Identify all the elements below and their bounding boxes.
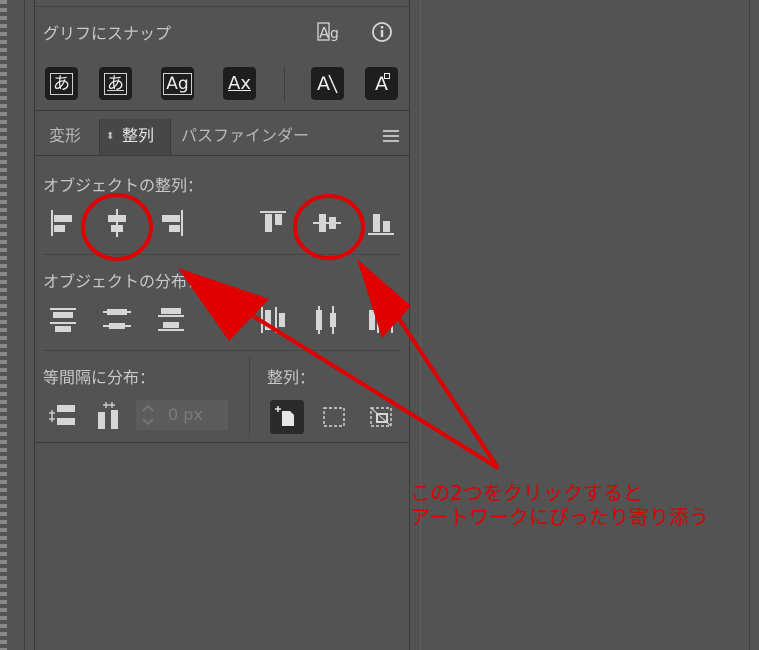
horizontal-distribute-space-icon[interactable] xyxy=(93,400,125,432)
anchor-point-icon[interactable]: A xyxy=(365,67,398,100)
align-bottom-icon[interactable] xyxy=(365,207,397,239)
info-icon[interactable] xyxy=(371,21,395,43)
dock-edge xyxy=(0,0,7,650)
distribute-top-icon[interactable] xyxy=(47,304,79,336)
panel-gutter-line xyxy=(24,0,25,650)
tab-reorder-icon: ⬍ xyxy=(106,131,115,142)
annotation-note-line2: アートワークにぴったり寄り添う xyxy=(410,505,709,529)
column-divider xyxy=(249,356,250,438)
distribute-vertical-center-icon[interactable] xyxy=(101,304,133,336)
vertical-distribute-space-icon[interactable] xyxy=(47,400,79,432)
annotation-note: この2つをクリックすると アートワークにぴったり寄り添う xyxy=(410,481,709,529)
panel-bottom-border xyxy=(35,442,409,443)
align-to-artboard-icon xyxy=(275,406,294,426)
angle-guide-icon[interactable]: A xyxy=(311,67,344,100)
tab-pathfinder[interactable]: パスファインダー xyxy=(181,119,309,155)
align-to-label: 整列： xyxy=(267,368,316,387)
glyph-snap-section: グリフにスナップ A g あ あ Ag Ax A A xyxy=(35,0,409,111)
align-top-icon[interactable] xyxy=(257,207,289,239)
hiragana-a-glyph-icon[interactable]: あ xyxy=(45,67,78,100)
spacing-value-stepper[interactable]: 0 px xyxy=(136,400,228,430)
glyph-label: あ xyxy=(104,72,127,95)
ag-glyph-icon[interactable]: Ag xyxy=(161,67,194,100)
tab-transform[interactable]: 変形 xyxy=(49,119,81,155)
align-left-icon[interactable] xyxy=(47,207,79,239)
align-vertical-center-icon[interactable] xyxy=(311,207,343,239)
dock-inner-line xyxy=(420,0,421,650)
section-top-divider xyxy=(35,6,409,7)
distribute-bottom-icon[interactable] xyxy=(155,304,187,336)
dock-right-line xyxy=(749,0,750,650)
distribute-horizontal-center-icon[interactable] xyxy=(311,304,343,336)
align-to-key-object-icon[interactable] xyxy=(364,400,398,434)
distribute-objects-label: オブジェクトの分布： xyxy=(43,272,204,291)
right-dock-area xyxy=(410,0,759,650)
align-horizontal-center-icon[interactable] xyxy=(101,207,133,239)
glyph-label: あ xyxy=(50,72,73,95)
tab-align-label: 整列 xyxy=(122,126,155,145)
annotation-note-line1: この2つをクリックすると xyxy=(410,481,643,505)
glyph-label: Ax xyxy=(228,73,251,94)
distribute-left-icon[interactable] xyxy=(257,304,289,336)
align-to-artboard-button[interactable] xyxy=(270,400,304,434)
svg-text:g: g xyxy=(330,26,339,42)
align-to-selection-icon[interactable] xyxy=(317,400,351,434)
svg-text:A: A xyxy=(319,24,330,42)
stepper-arrows-icon[interactable] xyxy=(142,404,154,426)
glyph-label: Ag xyxy=(163,72,192,95)
properties-panel: グリフにスナップ A g あ あ Ag Ax A A 変形 ⬍ 整列 パスファイ… xyxy=(34,0,410,650)
align-objects-label: オブジェクトの整列： xyxy=(43,176,204,195)
hiragana-a-strike-glyph-icon[interactable]: あ xyxy=(99,67,132,100)
distribute-spacing-label: 等間隔に分布： xyxy=(43,368,156,387)
ax-glyph-icon[interactable]: Ax xyxy=(223,67,256,100)
section-divider xyxy=(43,254,401,255)
panel-tab-bar: 変形 ⬍ 整列 パスファインダー xyxy=(35,119,409,156)
glyph-button-separator xyxy=(284,68,285,102)
tab-align[interactable]: ⬍ 整列 xyxy=(99,119,171,155)
section-divider xyxy=(43,350,401,351)
distribute-right-icon[interactable] xyxy=(365,304,397,336)
panel-menu-icon[interactable] xyxy=(383,130,399,142)
glyph-snap-title: グリフにスナップ xyxy=(43,24,172,43)
align-right-icon[interactable] xyxy=(155,207,187,239)
glyph-bounds-icon[interactable]: A g xyxy=(317,21,341,43)
spacing-value: 0 px xyxy=(168,405,203,424)
